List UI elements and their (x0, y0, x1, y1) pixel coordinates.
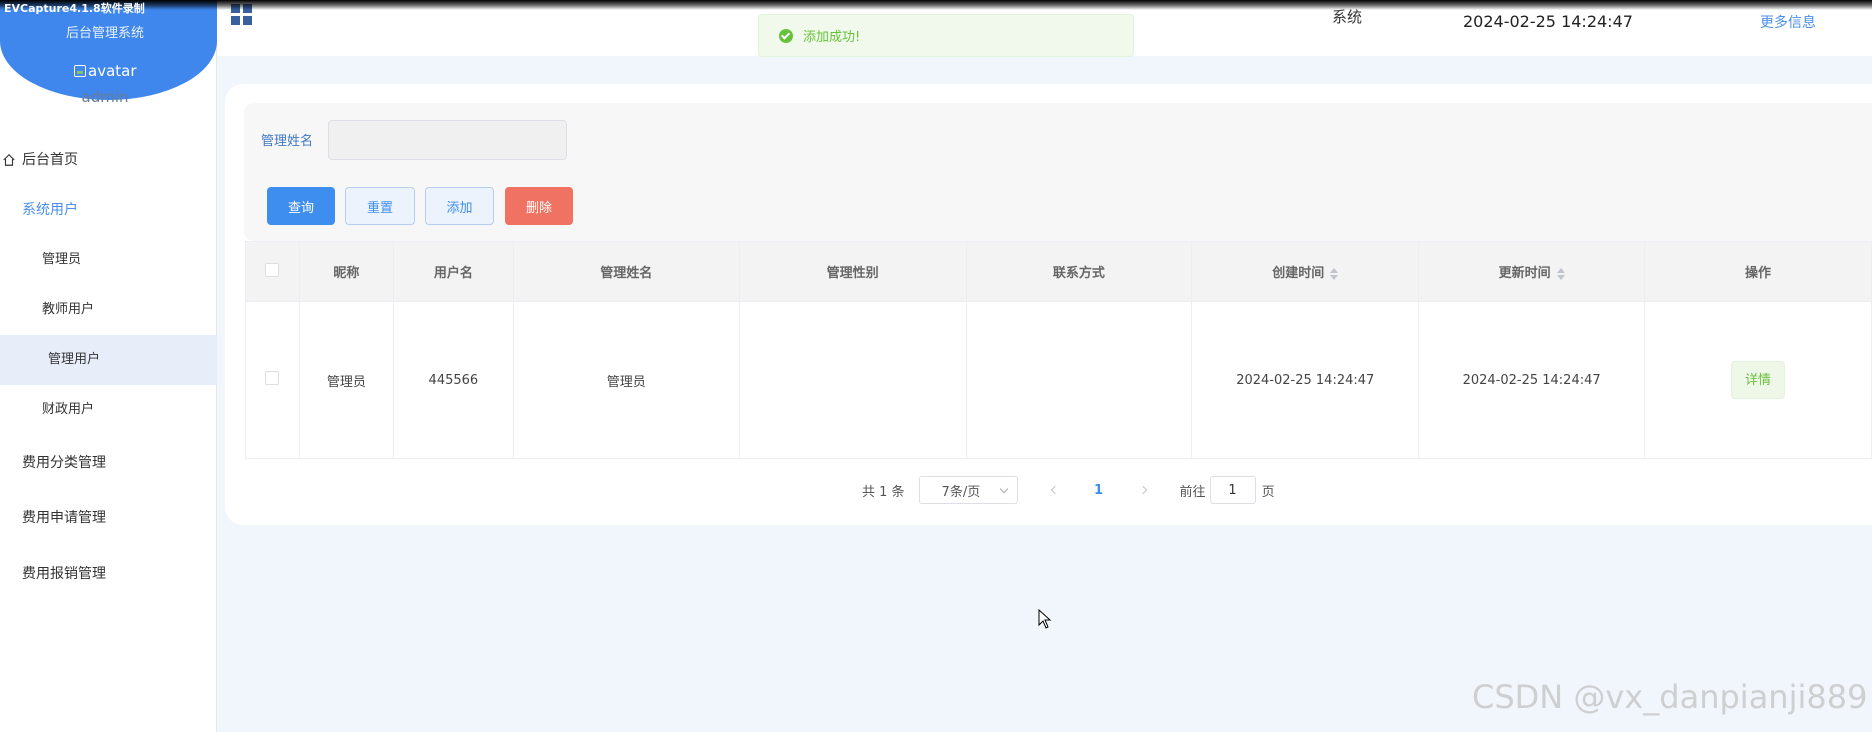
column-header-created[interactable]: 创建时间 (1191, 241, 1420, 302)
sidebar-item-admin[interactable]: 管理员 (0, 235, 217, 285)
recording-label: EVCapture4.1.8软件录制 (4, 2, 145, 15)
next-page-button[interactable] (1128, 476, 1158, 504)
chevron-down-icon (999, 484, 1008, 493)
sidebar-item-expense-category[interactable]: 费用分类管理 (0, 435, 217, 491)
page-size-select[interactable]: 7条/页 (918, 476, 1018, 504)
avatar[interactable]: avatar (74, 62, 137, 80)
sidebar-item-label: 教师用户 (42, 302, 95, 317)
sort-icon[interactable] (1330, 267, 1339, 280)
sidebar-item-teacher-users[interactable]: 教师用户 (0, 285, 217, 335)
cell-gender (738, 301, 967, 459)
home-icon (3, 153, 15, 166)
sidebar-item-expense-reimbursement[interactable]: 费用报销管理 (0, 546, 217, 602)
sidebar-item-label: 财政用户 (42, 402, 95, 417)
admin-name-search-input[interactable] (328, 120, 567, 160)
cell-updated: 2024-02-25 14:24:47 (1418, 301, 1646, 459)
page-number-current[interactable]: 1 (1084, 483, 1114, 498)
sidebar-item-label: 系统用户 (22, 202, 78, 218)
success-toast: 添加成功! (758, 14, 1134, 57)
sidebar: 后台管理系统 avatar admin 后台首页 系统用户 管理员 教师用户 管… (0, 0, 217, 732)
avatar-alt-text: avatar (88, 62, 137, 80)
cell-admin-name: 管理员 (512, 301, 740, 459)
column-header-label: 创建时间 (1272, 266, 1325, 281)
broken-image-icon (74, 65, 86, 77)
column-header-actions: 操作 (1644, 241, 1872, 302)
sidebar-item-label: 费用报销管理 (22, 566, 106, 582)
more-info-link[interactable]: 更多信息 (1760, 12, 1816, 32)
pagination-total: 共 1 条 (862, 484, 905, 500)
sidebar-item-label: 管理员 (42, 252, 82, 267)
username: admin (81, 88, 129, 106)
sidebar-item-label: 管理用户 (48, 352, 101, 367)
cell-username: 445566 (392, 301, 514, 459)
detail-button[interactable]: 详情 (1731, 361, 1786, 399)
row-select-cell (245, 301, 300, 459)
admin-table: 昵称 用户名 管理姓名 管理性别 联系方式 创建时间 更新时间 操作 管理员 4… (245, 241, 1872, 459)
select-all-cell (245, 241, 300, 302)
cell-nickname: 管理员 (298, 301, 394, 459)
column-header-gender: 管理性别 (738, 241, 967, 302)
pagination: 共 1 条 7条/页 1 前往 页 (862, 476, 1275, 504)
success-check-icon (779, 28, 793, 43)
table-row: 管理员 445566 管理员 2024-02-25 14:24:47 2024-… (245, 301, 1872, 459)
search-label: 管理姓名 (261, 134, 314, 149)
sidebar-item-system-users[interactable]: 系统用户 (0, 185, 217, 235)
mouse-cursor-icon (1038, 609, 1052, 629)
watermark: CSDN @vx_danpianji889 (1472, 678, 1868, 716)
goto-unit: 页 (1261, 484, 1275, 500)
column-header-contact: 联系方式 (965, 241, 1193, 302)
goto-label: 前往 (1179, 484, 1206, 500)
header-title: 系统 (1332, 8, 1363, 26)
page-size-value: 7条/页 (941, 484, 981, 500)
row-checkbox[interactable] (265, 371, 280, 385)
reset-button[interactable]: 重置 (345, 187, 415, 225)
sidebar-item-label: 费用申请管理 (22, 510, 106, 526)
add-button[interactable]: 添加 (425, 187, 494, 225)
cell-contact (965, 301, 1193, 459)
column-header-nickname: 昵称 (298, 241, 394, 302)
column-header-label: 更新时间 (1498, 266, 1551, 281)
sidebar-item-expense-application[interactable]: 费用申请管理 (0, 491, 217, 546)
grid-menu-icon[interactable] (231, 4, 253, 26)
sidebar-item-home[interactable]: 后台首页 (0, 135, 217, 185)
sidebar-item-label: 费用分类管理 (22, 455, 106, 471)
query-button[interactable]: 查询 (267, 187, 335, 225)
sidebar-item-manager-users[interactable]: 管理用户 (0, 335, 217, 385)
system-title: 后台管理系统 (65, 26, 144, 41)
chevron-left-icon (1050, 485, 1059, 495)
sort-icon[interactable] (1556, 267, 1565, 280)
table-header-row: 昵称 用户名 管理姓名 管理性别 联系方式 创建时间 更新时间 操作 (245, 241, 1872, 302)
cell-actions: 详情 (1644, 301, 1872, 459)
toast-message: 添加成功! (803, 30, 861, 45)
sidebar-item-finance-users[interactable]: 财政用户 (0, 385, 217, 435)
chevron-right-icon (1138, 485, 1147, 495)
goto-page-input[interactable] (1209, 476, 1256, 504)
prev-page-button[interactable] (1040, 476, 1070, 504)
cell-created: 2024-02-25 14:24:47 (1191, 301, 1420, 459)
sidebar-menu: 后台首页 系统用户 管理员 教师用户 管理用户 财政用户 费用分类管理 费用申请… (0, 135, 217, 602)
sidebar-item-label: 后台首页 (22, 152, 78, 168)
select-all-checkbox[interactable] (265, 262, 280, 277)
column-header-updated[interactable]: 更新时间 (1418, 241, 1646, 302)
delete-button[interactable]: 删除 (505, 187, 573, 225)
header-datetime: 2024-02-25 14:24:47 (1463, 12, 1633, 31)
column-header-username: 用户名 (392, 241, 514, 302)
column-header-admin-name: 管理姓名 (512, 241, 740, 302)
